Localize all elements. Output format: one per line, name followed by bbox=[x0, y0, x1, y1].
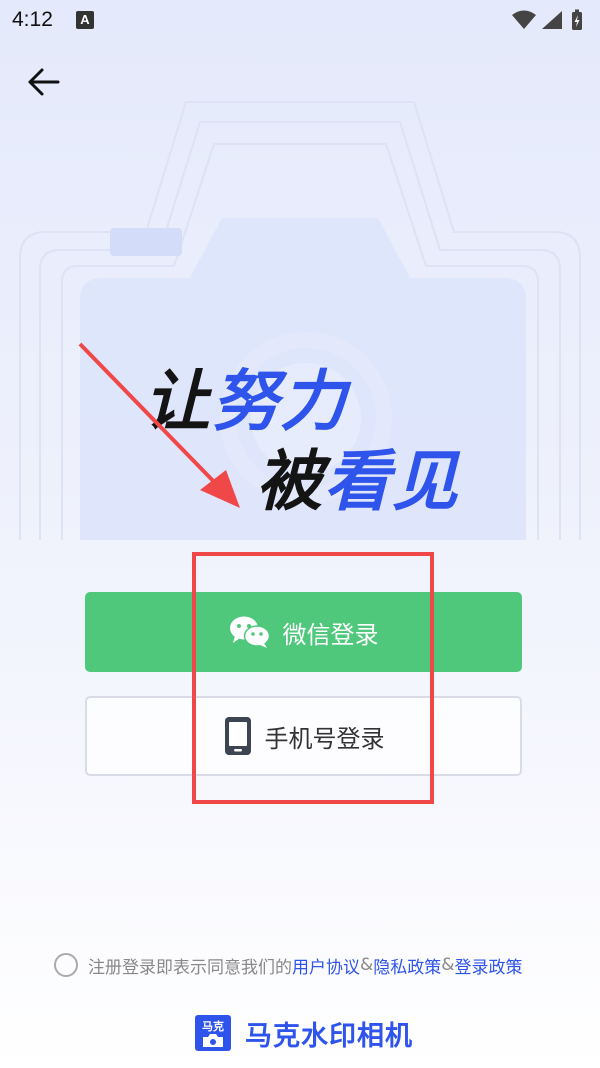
status-icons bbox=[512, 9, 582, 30]
back-button[interactable] bbox=[22, 62, 66, 102]
brand-name: 马克水印相机 bbox=[245, 1020, 413, 1052]
notification-a-icon: A bbox=[76, 11, 94, 29]
agree-checkbox[interactable] bbox=[54, 953, 78, 977]
wechat-icon bbox=[229, 616, 270, 648]
phone-login-label: 手机号登录 bbox=[264, 724, 385, 753]
status-time: 4:12 bbox=[12, 8, 53, 31]
signal-icon bbox=[542, 11, 562, 29]
login-policy-link[interactable]: 登录政策 bbox=[455, 953, 523, 978]
privacy-policy-link[interactable]: 隐私政策 bbox=[373, 953, 441, 978]
brand-footer: 马克 马克水印相机 bbox=[195, 1014, 413, 1052]
agreement-separator: & bbox=[441, 955, 455, 975]
agreement-text: 注册登录即表示同意我们的 bbox=[88, 957, 292, 978]
agreement-separator: & bbox=[360, 955, 374, 975]
user-agreement-link[interactable]: 用户协议 bbox=[292, 953, 360, 978]
wifi-icon bbox=[512, 10, 536, 29]
slogan-word-kanjian: 看见 bbox=[324, 443, 460, 520]
slogan-line-2: 被看见 bbox=[256, 428, 460, 524]
brand-logo: 马克 bbox=[195, 1015, 231, 1051]
smartphone-icon bbox=[224, 717, 251, 755]
status-bar: 4:12 A bbox=[0, 0, 600, 42]
battery-icon bbox=[572, 9, 582, 30]
agreement-row: 注册登录即表示同意我们的 用户协议 & 隐私政策 & 登录政策 bbox=[54, 952, 523, 978]
phone-login-button[interactable]: 手机号登录 bbox=[85, 696, 522, 776]
slogan-word-rang: 让 bbox=[144, 363, 212, 440]
slogan-word-bei: 被 bbox=[256, 443, 324, 520]
wechat-login-button[interactable]: 微信登录 bbox=[85, 592, 522, 672]
wechat-login-label: 微信登录 bbox=[282, 620, 379, 649]
brand-logo-text: 马克 bbox=[202, 1019, 224, 1033]
arrow-left-icon bbox=[28, 68, 60, 96]
